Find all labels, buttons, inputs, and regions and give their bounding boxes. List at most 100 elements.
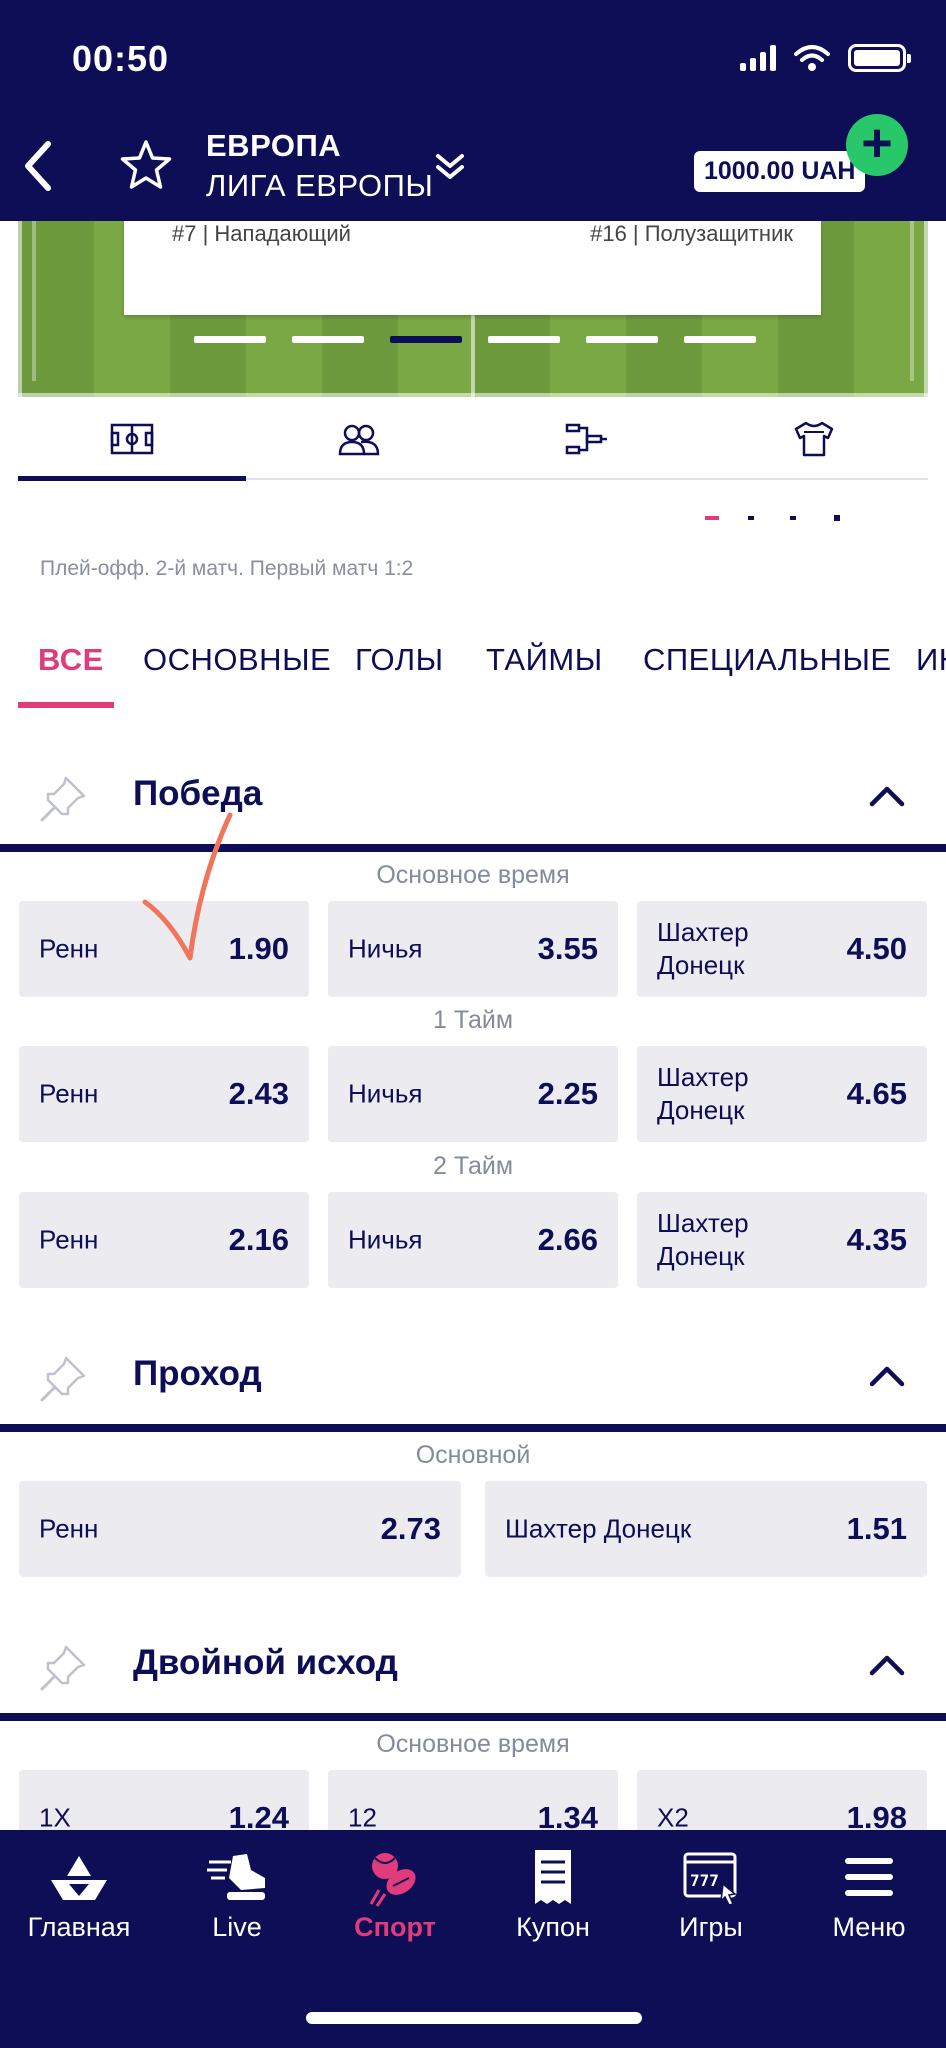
- svg-text:777: 777: [690, 1871, 719, 1890]
- league-region[interactable]: ЕВРОПА: [206, 128, 341, 164]
- tab-players[interactable]: [246, 400, 474, 478]
- tab-jersey[interactable]: [701, 400, 929, 478]
- market-title: Проход: [133, 1354, 262, 1393]
- carousel-dot[interactable]: [488, 336, 560, 343]
- outcome-name: Ренн: [39, 933, 99, 964]
- market-header-win[interactable]: Победа: [0, 742, 946, 852]
- chevron-up-icon[interactable]: [868, 1653, 906, 1677]
- carousel-dot-active[interactable]: [390, 336, 462, 343]
- receipt-icon: [535, 1850, 571, 1904]
- players-icon: [338, 424, 380, 456]
- tab-field[interactable]: [18, 400, 246, 481]
- section-divider: [0, 1713, 946, 1721]
- odd-button[interactable]: Ренн 2.43: [19, 1046, 309, 1142]
- favorite-star-icon[interactable]: [118, 138, 174, 194]
- outcome-name: Шахтер Донецк: [657, 917, 749, 980]
- outcome-odd: 1.90: [228, 931, 289, 966]
- chevron-up-icon[interactable]: [868, 1364, 906, 1388]
- row-label: 1 Тайм: [432, 1006, 514, 1034]
- bracket-icon: [565, 423, 607, 455]
- pin-icon[interactable]: [38, 1354, 88, 1404]
- tab-special[interactable]: СПЕЦИАЛЬНЫЕ: [643, 642, 892, 678]
- nav-label: Спорт: [354, 1912, 436, 1942]
- chevron-up-icon[interactable]: [868, 784, 906, 808]
- outcome-name: Ничья: [348, 1224, 423, 1255]
- tab-all[interactable]: ВСЕ: [38, 642, 104, 678]
- odd-button[interactable]: Ренн 2.73: [19, 1481, 461, 1577]
- home-logo-icon: [51, 1856, 107, 1900]
- outcome-odd: 2.16: [228, 1222, 289, 1257]
- wifi-icon: [794, 45, 830, 71]
- carousel-indicator[interactable]: [194, 336, 756, 343]
- player-left-label: #7 | Нападающий: [172, 221, 351, 246]
- outcome-odd: 4.65: [846, 1076, 907, 1111]
- outcome-odd: 2.43: [228, 1076, 289, 1111]
- outcome-name: Шахтер Донецк: [505, 1513, 692, 1544]
- outcome-name: Ренн: [39, 1078, 99, 1109]
- nav-label: Меню: [832, 1912, 906, 1942]
- row-label: 2 Тайм: [432, 1152, 514, 1180]
- tab-main[interactable]: ОСНОВНЫЕ: [143, 642, 331, 678]
- player-card[interactable]: #7 | Нападающий #16 | Полузащитник: [124, 221, 821, 315]
- nav-sport[interactable]: Спорт: [316, 1830, 474, 1950]
- nav-menu[interactable]: Меню: [790, 1830, 946, 1950]
- nav-home[interactable]: Главная: [0, 1830, 158, 1950]
- deposit-plus-button[interactable]: +: [846, 114, 908, 176]
- market-header-pass[interactable]: Проход: [0, 1322, 946, 1432]
- nav-label: Купон: [516, 1912, 590, 1942]
- odd-button[interactable]: Шахтер Донецк 4.35: [637, 1192, 927, 1288]
- nav-live[interactable]: Live: [158, 1830, 316, 1950]
- odd-button[interactable]: Ничья 3.55: [328, 901, 618, 997]
- sports-balls-icon: [369, 1853, 416, 1907]
- hamburger-menu-icon: [845, 1858, 893, 1896]
- section-divider: [0, 1424, 946, 1432]
- outcome-name: Шахтер Донецк: [657, 1062, 749, 1125]
- outcome-odd: 3.55: [537, 931, 598, 966]
- odd-button[interactable]: Ренн 2.16: [19, 1192, 309, 1288]
- carousel-dot[interactable]: [586, 336, 658, 343]
- field-icon: [110, 423, 153, 455]
- outcome-odd: 4.50: [846, 931, 907, 966]
- jersey-icon: [795, 421, 834, 457]
- league-name[interactable]: ЛИГА ЕВРОПЫ: [206, 168, 433, 204]
- balance-badge[interactable]: 1000.00 UAH: [694, 151, 866, 192]
- pin-icon[interactable]: [38, 1643, 88, 1693]
- outcome-odd: 4.35: [846, 1222, 907, 1257]
- lineup-field[interactable]: #7 | Нападающий #16 | Полузащитник: [18, 221, 928, 397]
- carousel-dot[interactable]: [194, 336, 266, 343]
- slot-machine-icon: 777: [683, 1852, 737, 1906]
- section-divider: [0, 844, 946, 852]
- carousel-dot[interactable]: [292, 336, 364, 343]
- odd-button[interactable]: Ничья 2.25: [328, 1046, 618, 1142]
- market-header-double[interactable]: Двойной исход: [0, 1611, 946, 1721]
- row-label: Основное время: [376, 861, 570, 889]
- market-title: Победа: [133, 774, 263, 813]
- battery-icon: [848, 44, 911, 72]
- odd-button[interactable]: Ничья 2.66: [328, 1192, 618, 1288]
- double-chevron-down-icon[interactable]: [432, 152, 468, 182]
- odd-button[interactable]: Ренн 1.90: [19, 901, 309, 997]
- tab-other[interactable]: ИН: [916, 642, 946, 678]
- outcome-name: Ничья: [348, 933, 423, 964]
- odd-button[interactable]: Шахтер Донецк 4.65: [637, 1046, 927, 1142]
- truncated-scoreboard-fragment: [705, 515, 840, 521]
- status-icons: [740, 44, 911, 72]
- running-shoe-icon: [207, 1854, 265, 1900]
- tab-halves[interactable]: ТАЙМЫ: [486, 642, 603, 678]
- nav-coupon[interactable]: Купон: [474, 1830, 632, 1950]
- carousel-dot[interactable]: [684, 336, 756, 343]
- odd-button[interactable]: Шахтер Донецк 4.50: [637, 901, 927, 997]
- tab-goals[interactable]: ГОЛЫ: [355, 642, 444, 678]
- pin-icon[interactable]: [38, 774, 88, 824]
- market-title: Двойной исход: [133, 1643, 398, 1682]
- tab-bracket[interactable]: [473, 400, 701, 478]
- outcome-odd: 2.73: [380, 1511, 441, 1546]
- cellular-signal-icon: [740, 45, 776, 71]
- app-header: 00:50 ЕВРОПА ЛИГА ЕВРОПЫ 1000.00 UAH +: [0, 0, 946, 221]
- nav-games[interactable]: 777 Игры: [632, 1830, 790, 1950]
- odd-button[interactable]: Шахтер Донецк 1.51: [485, 1481, 927, 1577]
- row-label: Основной: [415, 1441, 531, 1469]
- active-tab-indicator: [18, 702, 114, 708]
- back-arrow-icon[interactable]: [18, 136, 58, 196]
- home-indicator[interactable]: [306, 2012, 642, 2024]
